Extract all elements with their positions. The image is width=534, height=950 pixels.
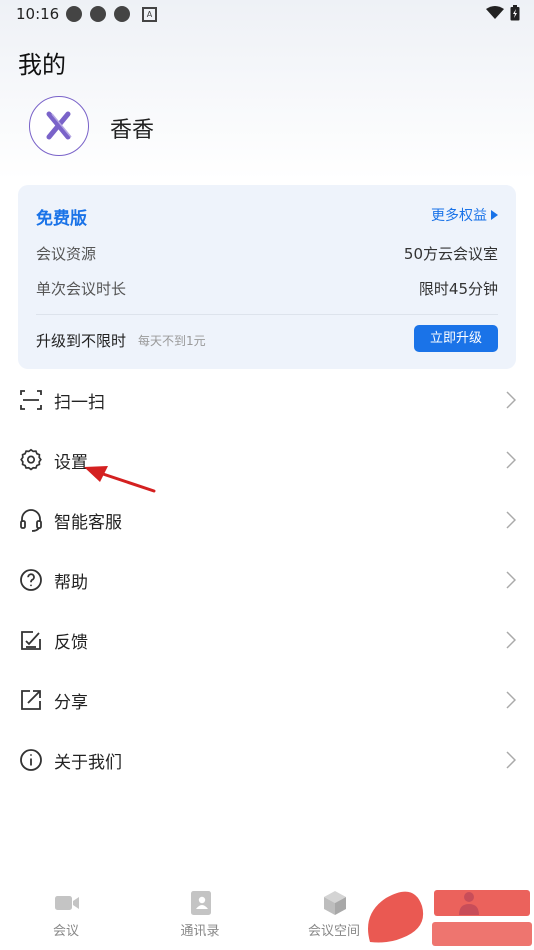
upgrade-subtext: 每天不到1元 [138,334,206,348]
plan-row-label: 会议资源 [36,245,97,263]
status-time: 10:16 [16,5,60,23]
avatar-logo-icon [46,111,72,140]
menu-item-share[interactable]: 分享 [0,670,534,730]
share-icon [21,690,41,710]
menu-item-about[interactable]: 关于我们 [0,730,534,790]
tab-label: 通讯录 [180,924,220,939]
caret-right-icon [491,210,498,220]
system-icons [486,5,520,21]
plan-card: 免费版 更多权益 会议资源 50方云会议室 单次会议时长 限时45分钟 升级到不… [18,185,516,369]
menu-item-label: 扫一扫 [54,393,105,413]
tab-contacts[interactable]: 通讯录 [155,880,245,950]
feedback-icon [21,631,41,650]
status-bar: 10:16 A [0,0,534,28]
plan-title: 免费版 [36,209,87,229]
watermark-logo [368,890,532,946]
chevron-right-icon [506,691,516,709]
chevron-right-icon [506,571,516,589]
notification-icon [114,6,130,22]
notification-icon [66,6,82,22]
chevron-right-icon [506,391,516,409]
annotation-arrow [84,466,156,493]
menu-item-help[interactable]: 帮助 [0,550,534,610]
plan-divider [36,314,498,315]
cube-icon [324,891,346,915]
chevron-right-icon [506,751,516,769]
avatar[interactable] [29,96,89,156]
notification-icons: A [66,6,157,22]
menu-item-customer-service[interactable]: 智能客服 [0,490,534,550]
contacts-icon [191,891,211,915]
headset-icon [20,509,42,532]
scan-icon [20,390,42,410]
menu-item-label: 帮助 [54,573,88,593]
gear-icon [20,448,42,471]
battery-icon [510,5,520,21]
chevron-right-icon [506,631,516,649]
menu-item-label: 智能客服 [54,513,122,533]
video-icon [55,896,79,910]
upgrade-label: 升级到不限时 [36,332,127,350]
info-icon [20,749,42,771]
plan-row-value: 限时45分钟 [418,280,498,298]
wifi-icon [486,6,504,19]
menu-item-label: 关于我们 [54,753,122,773]
notification-icon [90,6,106,22]
tab-label: 会议 [52,924,79,939]
more-benefits-link[interactable]: 更多权益 [431,205,498,225]
upgrade-now-button[interactable]: 立即升级 [414,325,498,352]
menu-item-scan[interactable]: 扫一扫 [0,370,534,430]
chevron-right-icon [506,451,516,469]
username[interactable]: 香香 [110,112,154,144]
menu-item-label: 反馈 [54,633,88,653]
page-title: 我的 [18,51,66,79]
menu-item-label: 分享 [54,693,88,713]
menu-item-feedback[interactable]: 反馈 [0,610,534,670]
chevron-right-icon [506,511,516,529]
notification-a-icon: A [142,7,157,22]
plan-row-value: 50方云会议室 [403,245,498,263]
help-icon [20,569,42,591]
plan-row-label: 单次会议时长 [36,280,127,298]
more-benefits-label: 更多权益 [431,208,487,224]
tab-meeting[interactable]: 会议 [21,880,111,950]
